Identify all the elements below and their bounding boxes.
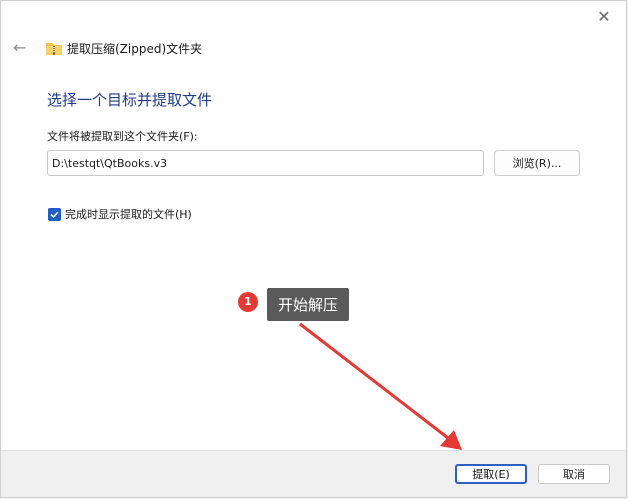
extract-button[interactable]: 提取(E) (455, 464, 527, 484)
step-number-badge: 1 (238, 292, 258, 312)
back-arrow-icon[interactable]: ← (13, 39, 31, 57)
extract-zip-dialog: ✕ ← 提取压缩(Zipped)文件夹 选择一个目标并提取文件 文件将被提取到这… (0, 0, 627, 498)
annotation-callout: 开始解压 (267, 288, 349, 321)
show-files-checkbox[interactable] (48, 207, 61, 221)
destination-path-input[interactable] (47, 150, 484, 176)
browse-button[interactable]: 浏览(R)... (494, 150, 580, 176)
dialog-titlebar: ← 提取压缩(Zipped)文件夹 (13, 37, 202, 59)
dialog-footer: 提取(E) 取消 (1, 450, 626, 497)
zip-folder-icon (46, 43, 62, 55)
show-files-option[interactable]: 完成时显示提取的文件(H) (48, 206, 192, 222)
close-icon[interactable]: ✕ (594, 7, 614, 27)
destination-label: 文件将被提取到这个文件夹(F): (47, 130, 198, 143)
show-files-label: 完成时显示提取的文件(H) (65, 208, 192, 221)
checkmark-icon (50, 210, 59, 218)
cancel-button[interactable]: 取消 (538, 464, 610, 484)
page-heading: 选择一个目标并提取文件 (47, 91, 213, 109)
dialog-title: 提取压缩(Zipped)文件夹 (67, 41, 203, 56)
